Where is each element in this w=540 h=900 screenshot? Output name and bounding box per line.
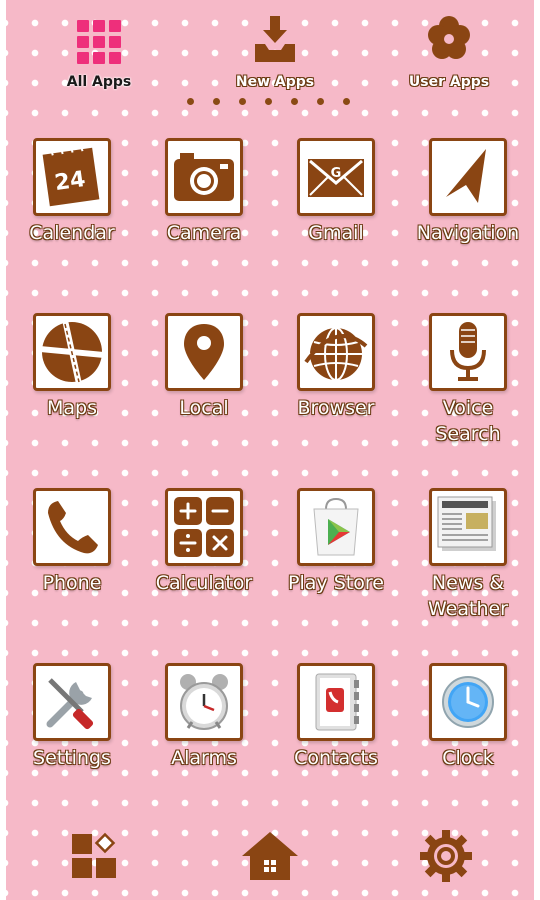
app-play-store[interactable]: Play Store xyxy=(270,480,402,630)
app-clock[interactable]: Clock xyxy=(402,655,534,805)
page-dot xyxy=(213,98,220,105)
app-navigation[interactable]: Navigation xyxy=(402,130,534,280)
tab-label: New Apps xyxy=(235,74,315,90)
microphone-icon xyxy=(429,313,507,391)
app-label: News & Weather xyxy=(428,572,508,620)
home-screen: All Apps New Apps User Apps 24 Calendar … xyxy=(6,0,534,900)
home-icon xyxy=(242,832,298,880)
page-dot xyxy=(187,98,194,105)
app-voice-search[interactable]: Voice Search xyxy=(402,305,534,455)
app-label: Calendar xyxy=(29,222,115,244)
app-label: Gmail xyxy=(308,222,364,244)
app-phone[interactable]: Phone xyxy=(6,480,138,630)
play-store-icon xyxy=(297,488,375,566)
flower-icon xyxy=(428,16,470,59)
inbox-download-icon xyxy=(255,16,295,62)
widgets-icon xyxy=(72,832,116,878)
app-label: Voice Search xyxy=(435,397,501,445)
app-label: Phone xyxy=(42,572,102,594)
app-label: Maps xyxy=(47,397,97,419)
contacts-book-icon xyxy=(297,663,375,741)
calculator-icon xyxy=(165,488,243,566)
app-maps[interactable]: Maps xyxy=(6,305,138,455)
globe-icon xyxy=(297,313,375,391)
app-calculator[interactable]: Calculator xyxy=(138,480,270,630)
clock-icon xyxy=(429,663,507,741)
app-contacts[interactable]: Contacts xyxy=(270,655,402,805)
app-tabs: All Apps New Apps User Apps xyxy=(6,0,534,100)
grid-icon xyxy=(77,20,121,64)
widgets-button[interactable] xyxy=(66,828,126,884)
app-label: Contacts xyxy=(294,747,378,769)
svg-text:24: 24 xyxy=(53,167,87,196)
settings-gear-button[interactable] xyxy=(416,828,476,884)
svg-text:G: G xyxy=(331,166,342,181)
app-alarms[interactable]: Alarms xyxy=(138,655,270,805)
alarm-clock-icon xyxy=(165,663,243,741)
page-dot xyxy=(343,98,350,105)
location-pin-icon xyxy=(165,313,243,391)
app-label: Settings xyxy=(33,747,111,769)
page-dot xyxy=(265,98,272,105)
app-label: Play Store xyxy=(288,572,384,594)
app-label: Local xyxy=(179,397,229,419)
app-calendar[interactable]: 24 Calendar xyxy=(6,130,138,280)
app-camera[interactable]: Camera xyxy=(138,130,270,280)
app-label: Calculator xyxy=(155,572,253,594)
app-local[interactable]: Local xyxy=(138,305,270,455)
page-dot xyxy=(317,98,324,105)
app-label: Browser xyxy=(297,397,375,419)
gear-icon xyxy=(420,830,472,882)
navigation-arrow-icon xyxy=(429,138,507,216)
tab-label: User Apps xyxy=(408,74,490,90)
app-label: Navigation xyxy=(416,222,520,244)
page-dot xyxy=(291,98,298,105)
app-browser[interactable]: Browser xyxy=(270,305,402,455)
tools-icon xyxy=(33,663,111,741)
app-label: Clock xyxy=(442,747,494,769)
camera-icon xyxy=(165,138,243,216)
app-label: Camera xyxy=(166,222,242,244)
app-label: Alarms xyxy=(171,747,237,769)
tab-label: All Apps xyxy=(66,74,132,90)
app-gmail[interactable]: G Gmail xyxy=(270,130,402,280)
tab-all-apps[interactable]: All Apps xyxy=(24,10,174,95)
app-settings[interactable]: Settings xyxy=(6,655,138,805)
tab-user-apps[interactable]: User Apps xyxy=(374,10,524,95)
gmail-envelope-icon: G xyxy=(297,138,375,216)
app-news-weather[interactable]: News & Weather xyxy=(402,480,534,630)
tab-new-apps[interactable]: New Apps xyxy=(200,10,350,95)
home-button[interactable] xyxy=(240,828,300,884)
phone-handset-icon xyxy=(33,488,111,566)
newspaper-icon xyxy=(429,488,507,566)
maps-icon xyxy=(33,313,111,391)
dock-bar xyxy=(6,828,534,890)
page-dot xyxy=(239,98,246,105)
calendar-icon: 24 xyxy=(33,138,111,216)
